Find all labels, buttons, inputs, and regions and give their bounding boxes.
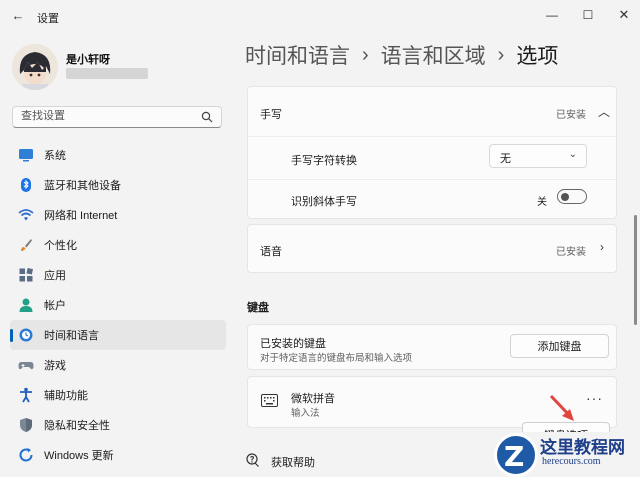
add-keyboard-button[interactable]: 添加键盘 <box>510 334 609 358</box>
user-email-redacted <box>66 68 148 79</box>
handwriting-convert-label: 手写字符转换 <box>291 155 357 167</box>
user-name: 是小轩呀 <box>66 54 110 66</box>
watermark-text: 这里教程网 <box>540 438 625 458</box>
sidebar-item-privacy[interactable]: 隐私和安全性 <box>10 410 226 440</box>
speech-title: 语音 <box>260 246 282 258</box>
sidebar-item-time-language[interactable]: 时间和语言 <box>10 320 226 350</box>
italic-handwriting-toggle[interactable] <box>557 189 587 204</box>
handwriting-status: 已安装 <box>556 110 586 121</box>
select-value: 无 <box>500 153 511 165</box>
minimize-icon[interactable]: — <box>540 5 564 25</box>
ime-name: 微软拼音 <box>291 393 335 405</box>
sidebar-item-label: 帐户 <box>44 300 66 312</box>
shield-icon <box>20 418 32 432</box>
sidebar-item-network[interactable]: 网络和 Internet <box>10 200 226 230</box>
annotation-arrow-icon <box>549 394 574 421</box>
handwriting-convert-select[interactable]: 无 ⌄ <box>489 144 587 168</box>
sidebar-item-label: 系统 <box>44 150 66 162</box>
sidebar-item-label: 游戏 <box>44 360 66 372</box>
sidebar-item-accessibility[interactable]: 辅助功能 <box>10 380 226 410</box>
sidebar-item-label: 应用 <box>44 270 66 282</box>
chevron-right-icon[interactable]: › <box>600 240 604 254</box>
installed-keyboards-desc: 对于特定语言的键盘布局和输入选项 <box>260 353 413 364</box>
search-icon[interactable] <box>201 111 213 123</box>
maximize-icon[interactable]: ☐ <box>576 5 600 25</box>
title-bar: ← 设置 — ☐ ✕ <box>0 0 640 32</box>
get-help-link[interactable]: 获取帮助 <box>271 454 315 470</box>
italic-handwriting-label: 识别斜体手写 <box>291 196 357 208</box>
system-icon <box>19 149 33 162</box>
app-title: 设置 <box>37 13 59 25</box>
sidebar-item-bluetooth[interactable]: 蓝牙和其他设备 <box>10 170 226 200</box>
installed-keyboards-title: 已安装的键盘 <box>260 338 326 350</box>
divider <box>248 136 616 137</box>
brush-icon <box>21 239 32 251</box>
sidebar-item-label: 隐私和安全性 <box>44 420 110 432</box>
breadcrumb-separator: › <box>362 43 369 66</box>
bluetooth-icon <box>21 178 31 192</box>
breadcrumb-item-time-language[interactable]: 时间和语言 <box>245 40 350 70</box>
update-icon <box>19 448 33 462</box>
speech-card[interactable]: 语音 已安装 › <box>247 224 617 273</box>
apps-icon <box>19 267 34 282</box>
breadcrumb-item-language-region[interactable]: 语言和区域 <box>381 40 486 70</box>
sidebar-item-system[interactable]: 系统 <box>10 140 226 170</box>
help-icon <box>246 453 259 467</box>
sidebar-item-personalization[interactable]: 个性化 <box>10 230 226 260</box>
sidebar-item-accounts[interactable]: 帐户 <box>10 290 226 320</box>
breadcrumb: 时间和语言 › 语言和区域 › 选项 <box>245 40 558 70</box>
active-indicator <box>10 329 13 342</box>
more-options-icon[interactable]: ··· <box>586 390 603 406</box>
keyboard-icon <box>261 394 278 407</box>
italic-toggle-state: 关 <box>537 197 547 208</box>
scrollbar[interactable] <box>634 215 637 325</box>
sidebar-item-label: 网络和 Internet <box>44 210 118 222</box>
sidebar-item-label: Windows 更新 <box>44 450 114 462</box>
toggle-knob <box>561 192 569 201</box>
close-icon[interactable]: ✕ <box>612 5 636 25</box>
sidebar-nav: 系统 蓝牙和其他设备 网络和 Internet 个性化 应用 帐户 时间和语言 … <box>10 140 226 470</box>
ime-type: 输入法 <box>291 408 320 419</box>
chevron-down-icon: ⌄ <box>568 149 577 160</box>
account-icon <box>19 298 33 312</box>
avatar-image <box>12 44 58 90</box>
watermark-url: herecours.com <box>542 456 601 467</box>
wifi-icon <box>18 209 34 221</box>
handwriting-header[interactable]: 手写 已安装 ︿ <box>248 87 616 136</box>
page-title: 选项 <box>516 45 559 68</box>
handwriting-title: 手写 <box>260 109 282 121</box>
sidebar-item-label: 个性化 <box>44 240 77 252</box>
sidebar-item-label: 蓝牙和其他设备 <box>44 180 121 192</box>
search-input[interactable] <box>21 110 191 122</box>
watermark-logo-letter: Z <box>504 440 525 473</box>
divider <box>248 179 616 180</box>
breadcrumb-separator: › <box>497 43 505 66</box>
speech-status: 已安装 <box>556 247 586 258</box>
search-box[interactable] <box>12 106 222 128</box>
accessibility-icon <box>20 387 32 403</box>
gamepad-icon <box>18 362 34 370</box>
sidebar-item-label: 辅助功能 <box>44 390 88 402</box>
sidebar-item-apps[interactable]: 应用 <box>10 260 226 290</box>
sidebar-item-gaming[interactable]: 游戏 <box>10 350 226 380</box>
sidebar-item-label: 时间和语言 <box>44 330 99 342</box>
watermark-logo: Z <box>494 433 538 477</box>
back-arrow-icon[interactable]: ← <box>10 8 26 24</box>
globe-clock-icon <box>19 328 33 342</box>
chevron-up-icon[interactable]: ︿ <box>598 103 610 120</box>
sidebar-item-windows-update[interactable]: Windows 更新 <box>10 440 226 470</box>
keyboard-section-title: 键盘 <box>247 302 269 314</box>
avatar[interactable] <box>12 44 58 90</box>
